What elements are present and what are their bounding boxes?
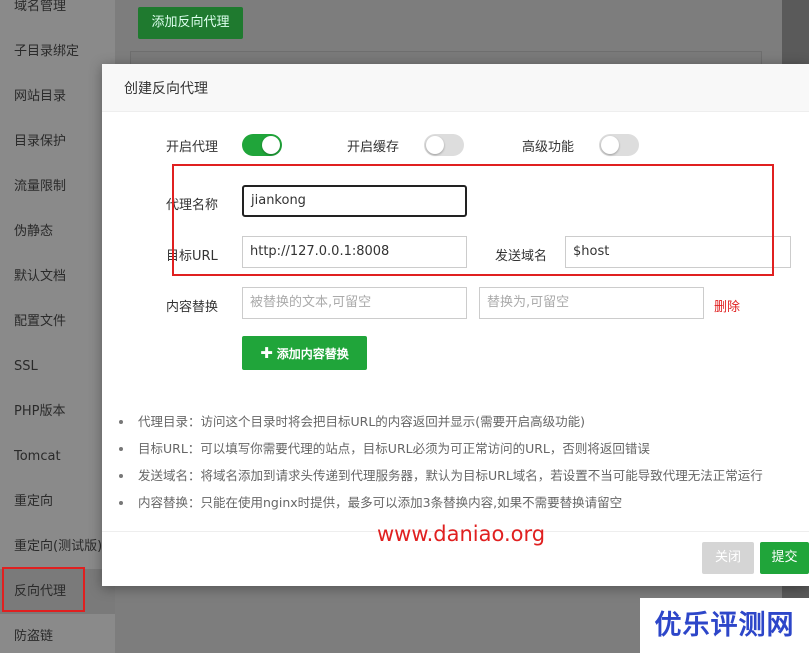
close-button[interactable]: 关闭 bbox=[702, 542, 754, 574]
advanced-label: 高级功能 bbox=[522, 140, 575, 155]
sidebar-item-config-file[interactable]: 配置文件 bbox=[0, 299, 115, 344]
sidebar-item-redirect-beta[interactable]: 重定向(测试版) bbox=[0, 524, 115, 569]
note-item: 内容替换：只能在使用nginx时提供，最多可以添加3条替换内容,如果不需要替换请… bbox=[116, 493, 809, 520]
add-content-replace-label: 添加内容替换 bbox=[276, 347, 349, 361]
sidebar: 域名管理 子目录绑定 网站目录 目录保护 流量限制 伪静态 默认文档 配置文件 … bbox=[0, 0, 115, 653]
toggle-knob bbox=[601, 136, 619, 154]
plus-icon: ✚ bbox=[260, 344, 273, 362]
watermark-url: www.daniao.org bbox=[377, 522, 546, 546]
content-replace-label: 内容替换 bbox=[166, 300, 219, 315]
proxy-table-header bbox=[130, 51, 762, 65]
add-reverse-proxy-button[interactable]: 添加反向代理 bbox=[138, 7, 243, 39]
active-item-highlight-box bbox=[2, 567, 85, 612]
sidebar-item-traffic-limit[interactable]: 流量限制 bbox=[0, 164, 115, 209]
replace-to-input[interactable]: 替换为,可留空 bbox=[479, 287, 704, 319]
note-item: 目标URL：可以填写你需要代理的站点，目标URL必须为可正常访问的URL，否则将… bbox=[116, 439, 809, 466]
enable-cache-label: 开启缓存 bbox=[347, 140, 400, 155]
sidebar-item-subdir-binding[interactable]: 子目录绑定 bbox=[0, 29, 115, 74]
watermark-logo: 优乐评测网 bbox=[640, 598, 809, 653]
enable-proxy-label: 开启代理 bbox=[166, 140, 219, 155]
dialog-header: 创建反向代理 bbox=[102, 64, 809, 112]
add-content-replace-button[interactable]: ✚ 添加内容替换 bbox=[242, 336, 367, 370]
note-item: 发送域名：将域名添加到请求头传递到代理服务器，默认为目标URL域名，若设置不当可… bbox=[116, 466, 809, 493]
sidebar-item-site-dir[interactable]: 网站目录 bbox=[0, 74, 115, 119]
sidebar-item-domain[interactable]: 域名管理 bbox=[0, 0, 115, 29]
note-item: 代理目录：访问这个目录时将会把目标URL的内容返回并显示(需要开启高级功能) bbox=[116, 412, 809, 439]
sidebar-item-default-doc[interactable]: 默认文档 bbox=[0, 254, 115, 299]
advanced-toggle[interactable] bbox=[599, 134, 639, 156]
replace-from-input[interactable]: 被替换的文本,可留空 bbox=[242, 287, 467, 319]
enable-proxy-toggle[interactable] bbox=[242, 134, 282, 156]
enable-cache-toggle[interactable] bbox=[424, 134, 464, 156]
sidebar-item-redirect[interactable]: 重定向 bbox=[0, 479, 115, 524]
sidebar-item-ssl[interactable]: SSL bbox=[0, 344, 115, 389]
submit-button[interactable]: 提交 bbox=[760, 542, 809, 574]
sidebar-item-dir-protect[interactable]: 目录保护 bbox=[0, 119, 115, 164]
toggle-knob bbox=[262, 136, 280, 154]
help-notes: 代理目录：访问这个目录时将会把目标URL的内容返回并显示(需要开启高级功能) 目… bbox=[116, 412, 809, 520]
dialog-title: 创建反向代理 bbox=[124, 81, 208, 97]
sidebar-item-tomcat[interactable]: Tomcat bbox=[0, 434, 115, 479]
toggle-knob bbox=[426, 136, 444, 154]
sidebar-item-rewrite[interactable]: 伪静态 bbox=[0, 209, 115, 254]
sidebar-item-hotlink-protect[interactable]: 防盗链 bbox=[0, 614, 115, 653]
highlight-annotation-box bbox=[172, 164, 774, 276]
create-reverse-proxy-dialog: 创建反向代理 开启代理 开启缓存 高级功能 代理名称 jiankong 目标UR… bbox=[102, 64, 809, 586]
sidebar-item-php-version[interactable]: PHP版本 bbox=[0, 389, 115, 434]
delete-replace-link[interactable]: 删除 bbox=[714, 296, 740, 315]
